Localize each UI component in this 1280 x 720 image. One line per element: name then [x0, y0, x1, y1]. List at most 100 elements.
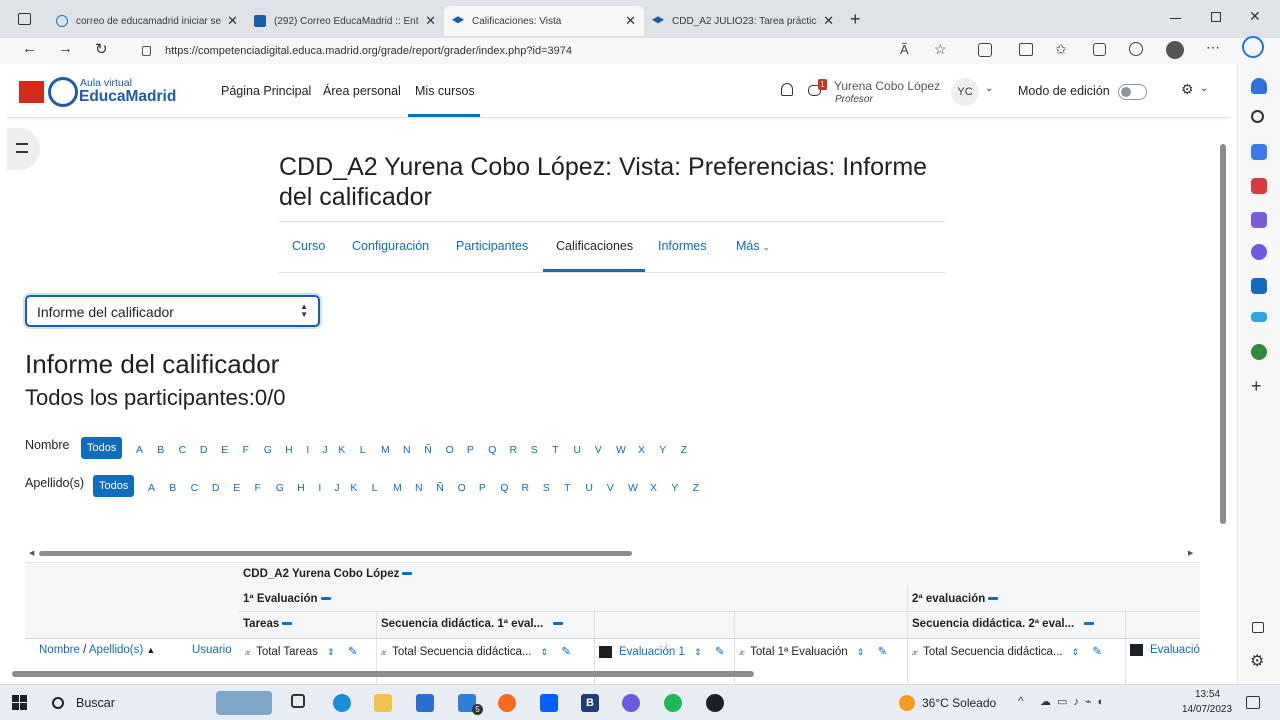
last-initial-letter[interactable]: F [255, 482, 261, 494]
first-initial-letter[interactable]: M [381, 444, 390, 456]
edge-icon[interactable] [333, 694, 351, 712]
extensions-icon[interactable] [978, 43, 992, 57]
tab-actions-icon[interactable] [18, 13, 31, 25]
first-initial-letter[interactable]: Q [488, 444, 496, 456]
tab-mas[interactable]: Más ⌄ [736, 239, 770, 253]
last-initial-letter[interactable]: H [297, 482, 305, 494]
settings-icon[interactable]: ⚙ [1181, 81, 1194, 98]
table-horizontal-scrollbar[interactable] [39, 551, 632, 556]
browser-essentials-icon[interactable] [1129, 42, 1143, 56]
dropbox-icon[interactable] [540, 694, 558, 712]
read-aloud-icon[interactable]: A᷉ [900, 42, 909, 57]
first-initial-letter[interactable]: J [322, 444, 327, 456]
first-initial-letter[interactable]: F [243, 444, 249, 456]
forward-icon[interactable]: → [58, 40, 73, 57]
first-initial-todos[interactable]: Todos [81, 437, 123, 459]
last-initial-letter[interactable]: J [334, 482, 339, 494]
chevron-down-icon[interactable]: ⌄ [985, 83, 993, 94]
chevron-up-icon[interactable]: ^ [1018, 694, 1024, 708]
sort-arrows-icon[interactable]: ⇕ [327, 647, 335, 657]
sort-arrows-icon[interactable]: ⇕ [541, 647, 549, 657]
last-initial-letter[interactable]: L [372, 482, 378, 494]
last-initial-letter[interactable]: A [148, 482, 155, 494]
collapse-icon[interactable] [1084, 622, 1095, 626]
grade-item-label[interactable]: Evaluació [1150, 644, 1200, 656]
reload-icon[interactable]: ↻ [95, 40, 108, 58]
last-initial-letter[interactable]: W [628, 482, 638, 494]
first-initial-letter[interactable]: U [573, 444, 581, 456]
back-icon[interactable]: ← [22, 40, 37, 57]
close-icon[interactable]: ✕ [425, 13, 436, 29]
avatar[interactable]: YC [951, 78, 979, 106]
grade-item-total-tareas[interactable]: 𝔁 Total Tareas ⇕ ✎ [245, 644, 357, 659]
last-initial-letter[interactable]: T [564, 482, 570, 494]
chevron-down-icon[interactable]: ⌄ [1200, 83, 1208, 94]
weather-text[interactable]: 36°C Soleado [922, 696, 996, 710]
settings-icon[interactable]: ⚙ [1250, 651, 1264, 671]
first-initial-letter[interactable]: Ñ [424, 444, 432, 456]
column-name-label[interactable]: Nombre [39, 644, 80, 656]
last-initial-letter[interactable]: P [479, 482, 486, 494]
tab-educamadrid-login[interactable]: correo de educamadrid iniciar se ✕ [48, 6, 246, 36]
collapse-icon[interactable] [282, 622, 293, 626]
drop-icon[interactable] [1251, 312, 1267, 322]
add-icon[interactable]: + [1251, 376, 1262, 397]
collapse-icon[interactable] [553, 622, 564, 626]
collapse-icon[interactable] [402, 572, 413, 576]
last-initial-letter[interactable]: X [650, 482, 657, 494]
last-initial-letter[interactable]: B [169, 482, 176, 494]
category-tareas[interactable]: Tareas [243, 618, 293, 630]
first-initial-letter[interactable]: K [338, 444, 345, 456]
edit-pencil-icon[interactable]: ✎ [715, 646, 725, 658]
first-initial-letter[interactable]: T [552, 444, 558, 456]
file-explorer-icon[interactable] [374, 694, 392, 712]
edit-mode-toggle[interactable] [1118, 84, 1147, 100]
educamadrid-logo[interactable] [48, 77, 78, 107]
toolbox-icon[interactable] [1251, 178, 1267, 194]
profile-avatar[interactable] [1166, 41, 1184, 59]
first-initial-letter[interactable]: L [360, 444, 366, 456]
search-highlight-image[interactable] [216, 691, 272, 715]
bell-icon[interactable] [1251, 78, 1267, 94]
course-category[interactable]: CDD_A2 Yurena Cobo López [243, 568, 413, 580]
first-initial-letter[interactable]: I [306, 444, 309, 456]
sort-arrows-icon[interactable]: ⇕ [1072, 647, 1080, 657]
tree-icon[interactable] [1251, 344, 1267, 360]
first-initial-letter[interactable]: B [157, 444, 164, 456]
close-icon[interactable]: ✕ [227, 13, 238, 29]
scroll-left-arrow[interactable]: ◀ [29, 549, 34, 557]
split-screen-icon[interactable] [1019, 43, 1033, 56]
clock-time[interactable]: 13:54 [1195, 689, 1220, 700]
column-lastname-label[interactable]: Apellido(s) [89, 644, 143, 656]
grade-item-evaluacion-2[interactable]: Evaluació [1130, 644, 1200, 656]
new-tab-icon[interactable]: + [850, 9, 861, 30]
first-initial-letter[interactable]: O [446, 444, 454, 456]
first-initial-letter[interactable]: S [531, 444, 538, 456]
more-options-icon[interactable]: ⋯ [1206, 39, 1220, 56]
first-initial-letter[interactable]: W [616, 444, 626, 456]
first-initial-letter[interactable]: H [285, 444, 293, 456]
report-select[interactable]: Informe del calificador ▲ ▼ [25, 295, 320, 327]
collections-icon[interactable] [1093, 43, 1106, 56]
tab-curso[interactable]: Curso [292, 239, 325, 253]
user-name[interactable]: Yurena Cobo López [834, 79, 940, 93]
spotify-icon[interactable] [664, 694, 682, 712]
taskbar-search[interactable]: Buscar [40, 687, 230, 719]
bell-icon[interactable] [781, 83, 793, 96]
last-initial-letter[interactable]: Z [693, 482, 699, 494]
first-initial-letter[interactable]: E [221, 444, 228, 456]
recorder-icon[interactable] [706, 694, 724, 712]
favorite-icon[interactable]: ☆ [934, 41, 947, 58]
tab-correo[interactable]: (292) Correo EducaMadrid :: Entr ✕ [246, 6, 444, 36]
url-field[interactable]: https://competenciadigital.educa.madrid.… [130, 40, 950, 62]
last-initial-letter[interactable]: V [607, 482, 614, 494]
tab-tarea-practica[interactable]: CDD_A2 JULIO23: Tarea práctica ✕ [644, 6, 842, 36]
last-initial-letter[interactable]: D [212, 482, 220, 494]
last-initial-letter[interactable]: Q [500, 482, 508, 494]
copilot-icon[interactable] [622, 694, 640, 712]
tab-participantes[interactable]: Participantes [456, 239, 528, 253]
scroll-right-arrow[interactable]: ▶ [1188, 549, 1193, 557]
nav-mis-cursos[interactable]: Mis cursos [415, 84, 475, 98]
last-initial-letter[interactable]: K [350, 482, 357, 494]
tray-icons[interactable]: ☁▭♪⌁◐ [1040, 695, 1110, 708]
